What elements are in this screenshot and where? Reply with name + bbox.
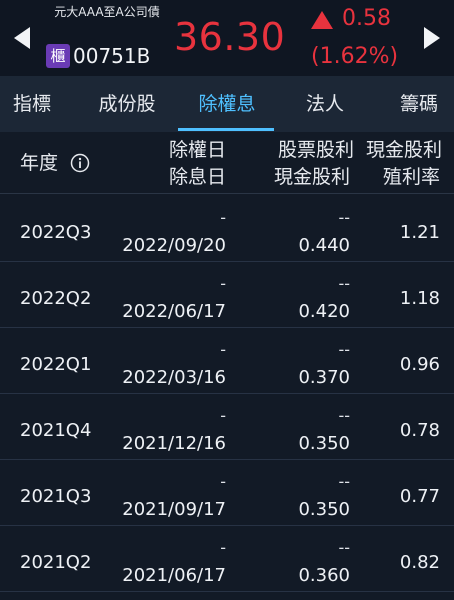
column-cash-dividend-top: 現金股利 [365, 139, 442, 161]
row-cash-dividend: 0.420 [298, 301, 350, 322]
price-change: 0.58 [342, 6, 391, 31]
next-stock-button[interactable] [418, 20, 446, 56]
row-stock-dividend: -- [338, 340, 350, 359]
row-yield: 1.18 [399, 288, 440, 309]
row-stock-dividend: -- [338, 406, 350, 425]
row-ex-rights: - [220, 406, 226, 425]
row-ex-rights: - [220, 340, 226, 359]
row-yield: 0.82 [399, 552, 440, 573]
tab-constituents[interactable]: 成份股 [84, 76, 170, 132]
row-stock-dividend: -- [338, 472, 350, 491]
row-ex-rights: - [220, 208, 226, 227]
row-period: 2021Q4 [20, 420, 92, 441]
previous-stock-button[interactable] [8, 20, 36, 56]
table-row[interactable]: 2021Q3 - 2021/09/17 -- 0.350 0.77 [0, 460, 454, 526]
row-cash-dividend: 0.350 [298, 433, 350, 454]
row-stock-dividend: -- [338, 208, 350, 227]
row-yield: 1.21 [399, 222, 440, 243]
row-ex-dividend-date: 2022/06/17 [122, 301, 226, 322]
table-row[interactable]: 2022Q3 - 2022/09/20 -- 0.440 1.21 [0, 196, 454, 262]
triangle-up-icon [311, 11, 333, 29]
tab-ex-dividend[interactable]: 除權息 [180, 76, 274, 132]
triangle-left-icon [14, 27, 30, 49]
row-period: 2022Q2 [20, 288, 92, 309]
row-ex-dividend-date: 2021/09/17 [122, 499, 226, 520]
row-ex-rights: - [220, 274, 226, 293]
row-cash-dividend: 0.350 [298, 499, 350, 520]
market-badge: 櫃 [46, 44, 70, 68]
tab-bar: 指標 成份股 除權息 法人 籌碼 [0, 76, 454, 132]
column-ex-rights-date: 除權日 [168, 139, 226, 161]
active-tab-indicator [178, 128, 274, 131]
row-ex-rights: - [220, 472, 226, 491]
table-row[interactable]: 2022Q2 - 2022/06/17 -- 0.420 1.18 [0, 262, 454, 328]
row-stock-dividend: -- [338, 538, 350, 557]
row-ex-dividend-date: 2021/06/17 [122, 565, 226, 586]
table-row[interactable]: 2021Q4 - 2021/12/16 -- 0.350 0.78 [0, 394, 454, 460]
column-yield: 殖利率 [382, 166, 440, 188]
row-stock-dividend: -- [338, 274, 350, 293]
price-change-percent: (1.62%) [311, 44, 399, 69]
row-ex-dividend-date: 2022/09/20 [122, 235, 226, 256]
row-ex-rights: - [220, 538, 226, 557]
row-period: 2021Q2 [20, 552, 92, 573]
row-yield: 0.96 [399, 354, 440, 375]
triangle-right-icon [424, 27, 440, 49]
row-cash-dividend: 0.360 [298, 565, 350, 586]
row-cash-dividend: 0.440 [298, 235, 350, 256]
stock-code: 00751B [73, 44, 151, 68]
table-row[interactable]: 2022Q1 - 2022/03/16 -- 0.370 0.96 [0, 328, 454, 394]
column-year: 年度 [20, 152, 59, 174]
last-price: 36.30 [174, 15, 286, 59]
row-ex-dividend-date: 2021/12/16 [122, 433, 226, 454]
row-period: 2022Q3 [20, 222, 92, 243]
tab-chips[interactable]: 籌碼 [384, 76, 454, 132]
table-header: 年度 除權日 除息日 股票股利 現金股利 現金股利 殖利率 [0, 132, 454, 194]
row-period: 2022Q1 [20, 354, 92, 375]
tab-indicators[interactable]: 指標 [0, 76, 64, 132]
quote-header: 元大AAA至A公司債 櫃 00751B 36.30 0.58 (1.62%) [0, 0, 454, 76]
tab-institutional[interactable]: 法人 [290, 76, 360, 132]
info-icon[interactable] [70, 153, 90, 173]
column-ex-dividend-date: 除息日 [168, 166, 226, 188]
table-row[interactable]: 2021Q2 - 2021/06/17 -- 0.360 0.82 [0, 526, 454, 592]
row-cash-dividend: 0.370 [298, 367, 350, 388]
column-stock-dividend: 股票股利 [277, 139, 354, 161]
row-yield: 0.77 [399, 486, 440, 507]
row-yield: 0.78 [399, 420, 440, 441]
column-cash-dividend: 現金股利 [273, 166, 350, 188]
row-ex-dividend-date: 2022/03/16 [122, 367, 226, 388]
stock-name: 元大AAA至A公司債 [54, 5, 160, 19]
row-period: 2021Q3 [20, 486, 92, 507]
